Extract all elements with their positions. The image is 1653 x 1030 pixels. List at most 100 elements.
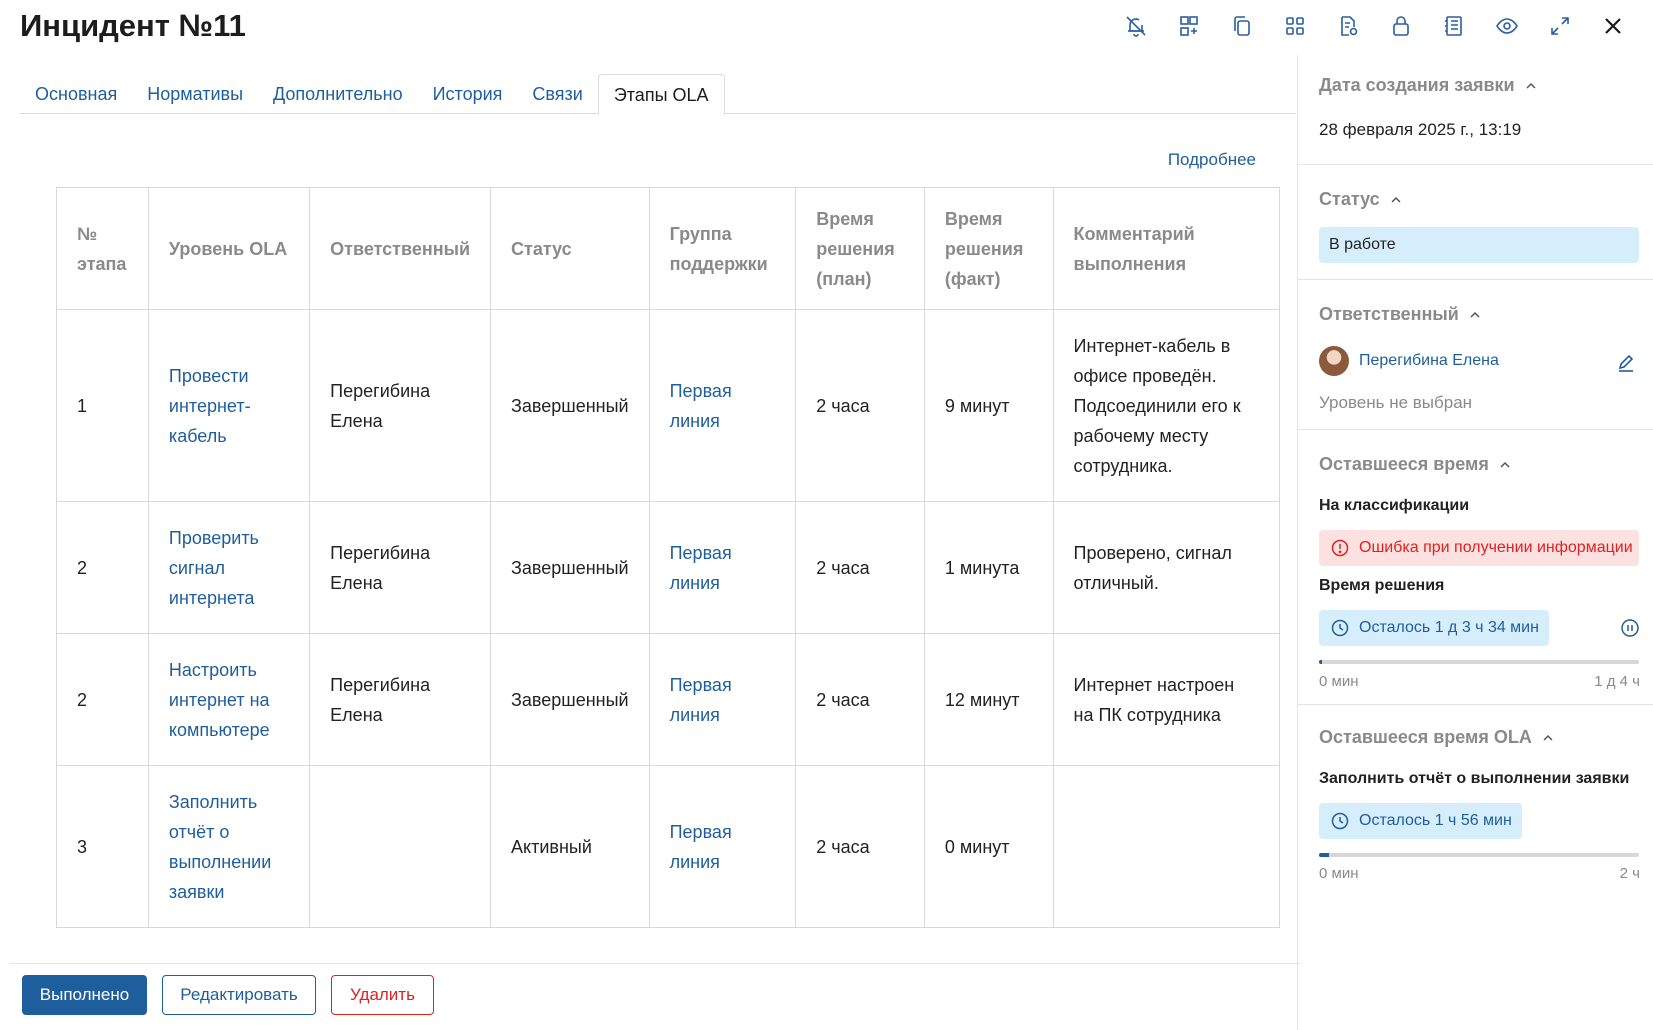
ola-stages-table: № этапа Уровень OLA Ответственный Статус…: [56, 187, 1280, 928]
header-ola-level: Уровень OLA: [147, 187, 311, 310]
tab-bar: Основная Нормативы Дополнительно История…: [20, 74, 1296, 115]
eye-icon[interactable]: [1480, 10, 1533, 42]
status-section: Статус В работе: [1298, 165, 1653, 280]
created-section: Дата создания заявки 28 февраля 2025 г.,…: [1298, 55, 1653, 165]
header-status: Статус: [490, 187, 650, 310]
plan-time-cell: 2 часа: [795, 501, 925, 634]
stage-number: 1: [56, 309, 149, 502]
responsible-link[interactable]: Перегибина Елена: [1359, 352, 1499, 370]
fact-time-cell: 12 минут: [923, 633, 1054, 766]
progress-min-label: 0 мин: [1319, 673, 1359, 690]
avatar: [1319, 346, 1349, 376]
comment-cell: [1052, 765, 1280, 928]
alert-circle-icon: [1331, 539, 1349, 557]
header-stage-number: № этапа: [56, 187, 149, 310]
plan-time-cell: 2 часа: [795, 309, 925, 502]
table-header-row: № этапа Уровень OLA Ответственный Статус…: [56, 187, 1280, 310]
created-date: 28 февраля 2025 г., 13:19: [1319, 120, 1522, 139]
tab-additional[interactable]: Дополнительно: [258, 74, 418, 114]
fact-time-cell: 9 минут: [923, 309, 1054, 502]
support-group-link[interactable]: Первая линия: [670, 381, 732, 431]
tab-norms[interactable]: Нормативы: [132, 74, 258, 114]
journal-icon[interactable]: [1427, 10, 1480, 42]
progress-max-label: 1 д 4 ч: [1594, 673, 1640, 690]
plan-time-cell: 2 часа: [795, 765, 925, 928]
responsible-section: Ответственный Перегибина Елена Уровень н…: [1298, 280, 1653, 430]
tab-main[interactable]: Основная: [20, 74, 132, 114]
clock-icon: [1331, 619, 1349, 637]
ola-remaining-heading[interactable]: Оставшееся время OLA: [1319, 727, 1554, 748]
header-comment: Комментарий выполнения: [1052, 187, 1280, 310]
resolution-progress-fill: [1319, 660, 1323, 664]
error-badge: Ошибка при получении информации: [1319, 530, 1639, 566]
ola-stage-name: Заполнить отчёт о выполнении заявки: [1319, 770, 1630, 787]
sidebar: Дата создания заявки 28 февраля 2025 г.,…: [1297, 55, 1653, 1030]
chevron-up-icon: [1500, 461, 1510, 468]
status-cell: Завершенный: [490, 309, 650, 502]
header-support-group: Группа поддержки: [648, 187, 797, 310]
lock-icon[interactable]: [1374, 10, 1427, 42]
support-group-link[interactable]: Первая линия: [670, 675, 732, 725]
error-text: Ошибка при получении информации: [1359, 539, 1633, 556]
header-responsible: Ответственный: [309, 187, 492, 310]
tab-ola-stages[interactable]: Этапы OLA: [597, 74, 725, 115]
table-row: 2 Проверить сигнал интернета Перегибина …: [56, 501, 1280, 634]
table-row: 1 Провести интернет-кабель Перегибина Ел…: [56, 309, 1280, 502]
comment-cell: Проверено, сигнал отличный.: [1052, 501, 1280, 634]
plan-time-cell: 2 часа: [795, 633, 925, 766]
grid-icon[interactable]: [1268, 10, 1321, 42]
pause-icon[interactable]: [1620, 618, 1640, 638]
chevron-up-icon: [1470, 311, 1480, 318]
bell-off-icon[interactable]: [1109, 10, 1162, 42]
more-details-link[interactable]: Подробнее: [1168, 150, 1256, 170]
header-fact-time: Время решения (факт): [923, 187, 1054, 310]
clock-icon: [1331, 812, 1349, 830]
delete-button[interactable]: Удалить: [331, 975, 434, 1015]
ola-level-link[interactable]: Настроить интернет на компьютере: [169, 660, 270, 740]
level-not-selected: Уровень не выбран: [1319, 393, 1473, 412]
comment-cell: Интернет настроен на ПК сотрудника: [1052, 633, 1280, 766]
responsible-heading[interactable]: Ответственный: [1319, 304, 1481, 325]
copy-icon[interactable]: [1215, 10, 1268, 42]
support-group-link[interactable]: Первая линия: [670, 543, 732, 593]
responsible-cell: [309, 765, 492, 928]
ola-level-link[interactable]: Провести интернет-кабель: [169, 366, 251, 446]
expand-icon[interactable]: [1533, 10, 1586, 42]
support-group-link[interactable]: Первая линия: [670, 822, 732, 872]
close-icon[interactable]: [1586, 10, 1639, 42]
status-heading[interactable]: Статус: [1319, 189, 1402, 210]
ola-remaining-section: Оставшееся время OLA Заполнить отчёт о в…: [1298, 705, 1653, 905]
header-plan-time: Время решения (план): [795, 187, 925, 310]
comment-cell: Интернет-кабель в офисе проведён. Подсое…: [1052, 309, 1280, 502]
ola-progress-min-label: 0 мин: [1319, 865, 1359, 882]
fact-time-cell: 1 минута: [923, 501, 1054, 634]
resolution-progress-bar: [1319, 660, 1639, 664]
ola-time-badge: Осталось 1 ч 56 мин: [1319, 803, 1522, 839]
stage-number: 3: [56, 765, 149, 928]
chevron-up-icon: [1391, 196, 1401, 203]
table-row: 3 Заполнить отчёт о выполнении заявки Ак…: [56, 765, 1280, 928]
created-heading[interactable]: Дата создания заявки: [1319, 75, 1537, 96]
reassign-icon[interactable]: [1162, 10, 1215, 42]
ola-level-link[interactable]: Проверить сигнал интернета: [169, 528, 259, 608]
chevron-up-icon: [1526, 82, 1536, 89]
responsible-cell: Перегибина Елена: [309, 501, 492, 634]
classification-label: На классификации: [1319, 497, 1470, 514]
toolbar: [1109, 10, 1639, 42]
pencil-icon[interactable]: [1616, 352, 1636, 372]
edit-button[interactable]: Редактировать: [162, 975, 316, 1015]
remaining-time-heading[interactable]: Оставшееся время: [1319, 454, 1511, 475]
tab-links[interactable]: Связи: [517, 74, 597, 114]
responsible-cell: Перегибина Елена: [309, 633, 492, 766]
document-settings-icon[interactable]: [1321, 10, 1374, 42]
resolution-time-label: Время решения: [1319, 577, 1445, 594]
ola-progress-bar: [1319, 853, 1639, 857]
status-cell: Завершенный: [490, 633, 650, 766]
tab-history[interactable]: История: [418, 74, 518, 114]
ola-progress-max-label: 2 ч: [1619, 865, 1640, 882]
stage-number: 2: [56, 633, 149, 766]
ola-level-link[interactable]: Заполнить отчёт о выполнении заявки: [169, 792, 271, 902]
done-button[interactable]: Выполнено: [22, 975, 147, 1015]
ola-progress-fill: [1319, 853, 1329, 857]
responsible-cell: Перегибина Елена: [309, 309, 492, 502]
